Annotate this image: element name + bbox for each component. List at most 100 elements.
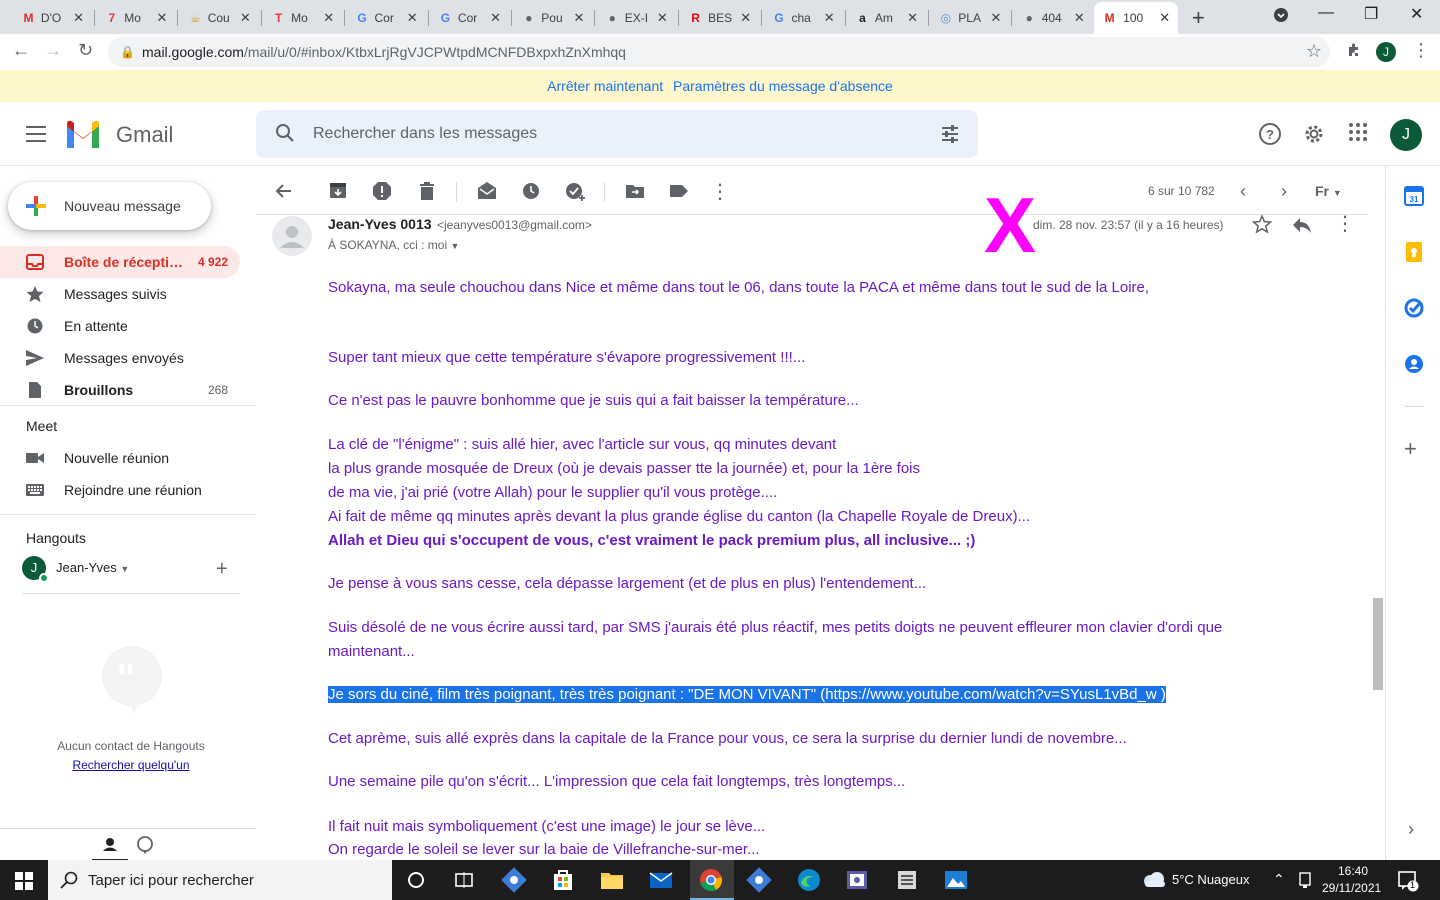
settings-gear-icon[interactable]	[1302, 122, 1326, 151]
chevron-down-icon[interactable]: ▼	[450, 241, 459, 251]
browser-tab[interactable]: 7 Mo ✕	[97, 4, 175, 32]
archive-icon[interactable]	[329, 180, 347, 207]
message-scrollbar[interactable]	[1370, 214, 1385, 860]
browser-menu-icon[interactable]: ⋮	[1412, 40, 1430, 61]
apps-grid-icon[interactable]	[1348, 122, 1368, 147]
browser-tab[interactable]: Gcha ✕	[765, 4, 843, 32]
tab-close-icon[interactable]: ✕	[990, 10, 1001, 26]
tab-close-icon[interactable]: ✕	[490, 10, 501, 26]
tab-close-icon[interactable]: ✕	[240, 10, 251, 26]
edge-icon[interactable]	[795, 866, 823, 894]
browser-tab[interactable]: ● EX-I ✕	[598, 4, 676, 32]
sender-avatar[interactable]	[272, 216, 312, 256]
main-menu-icon[interactable]	[26, 126, 46, 147]
sidebar-item-drafts[interactable]: Brouillons 268	[0, 374, 240, 406]
app-icon[interactable]	[843, 866, 871, 894]
clock-date[interactable]: 29/11/2021	[1322, 881, 1381, 895]
bookmark-star-icon[interactable]: ☆	[1306, 41, 1322, 62]
app-icon[interactable]	[745, 866, 773, 894]
browser-tab[interactable]: M D'O ✕	[14, 4, 92, 32]
tab-close-icon[interactable]: ✕	[323, 10, 334, 26]
browser-tab[interactable]: M 100 ✕	[1094, 2, 1179, 34]
search-options-icon[interactable]	[940, 124, 960, 149]
search-someone-link[interactable]: Rechercher quelqu'un	[0, 758, 262, 772]
mark-unread-icon[interactable]	[477, 180, 497, 207]
search-placeholder[interactable]: Rechercher dans les messages	[313, 125, 537, 143]
help-icon[interactable]: ?	[1258, 122, 1282, 151]
weather-text[interactable]: 5°C Nuageux	[1172, 872, 1249, 887]
input-language-selector[interactable]: Fr ▼	[1315, 183, 1342, 199]
close-window-button[interactable]: ✕	[1410, 4, 1423, 24]
reply-arrow-icon[interactable]	[1291, 215, 1313, 240]
label-tag-icon[interactable]	[669, 180, 689, 207]
tab-search-icon[interactable]	[1274, 8, 1288, 27]
tray-chevron-up-icon[interactable]: ⌃	[1273, 871, 1285, 888]
browser-tab[interactable]: ◎ PLA ✕	[931, 4, 1009, 32]
tab-close-icon[interactable]: ✕	[407, 10, 418, 26]
tab-close-icon[interactable]: ✕	[1074, 10, 1085, 26]
sidebar-item-starred[interactable]: Messages suivis	[0, 278, 240, 310]
tab-close-icon[interactable]: ✕	[156, 10, 167, 26]
tab-close-icon[interactable]: ✕	[1159, 10, 1170, 26]
minimize-window-button[interactable]: —	[1318, 4, 1334, 22]
add-conversation-icon[interactable]: +	[216, 558, 228, 581]
delete-trash-icon[interactable]	[418, 180, 436, 207]
network-icon[interactable]	[1298, 871, 1312, 894]
meet-join-meeting[interactable]: Rejoindre une réunion	[0, 474, 240, 506]
browser-tab[interactable]: ☕ Cou ✕	[181, 4, 259, 32]
contacts-tab[interactable]	[92, 829, 128, 861]
vacation-settings-link[interactable]: Paramètres du message d'absence	[673, 78, 893, 94]
browser-tab[interactable]: a Am ✕	[848, 4, 926, 32]
sidebar-item-sent[interactable]: Messages envoyés	[0, 342, 240, 374]
sender-name[interactable]: Jean-Yves 0013	[328, 216, 432, 232]
star-message-icon[interactable]	[1251, 214, 1273, 239]
tab-close-icon[interactable]: ✕	[824, 10, 835, 26]
report-spam-icon[interactable]	[373, 180, 391, 207]
scrollbar-thumb[interactable]	[1373, 598, 1383, 690]
chrome-icon[interactable]	[697, 866, 725, 894]
chevron-down-icon[interactable]: ▼	[120, 564, 129, 574]
browser-tab[interactable]: ● Pou ✕	[514, 4, 592, 32]
get-addons-plus-icon[interactable]: +	[1404, 438, 1417, 460]
recipients-line[interactable]: À SOKAYNA, cci : moi ▼	[328, 238, 459, 252]
snooze-clock-icon[interactable]	[521, 180, 541, 207]
hangouts-user-name[interactable]: Jean-Yves ▼	[56, 560, 129, 575]
extensions-puzzle-icon[interactable]	[1346, 42, 1362, 63]
tab-close-icon[interactable]: ✕	[657, 10, 668, 26]
taskbar-search-box[interactable]: Taper ici pour rechercher	[48, 860, 392, 900]
stop-vacation-link[interactable]: Arrêter maintenant	[547, 78, 663, 94]
move-to-icon[interactable]	[625, 180, 645, 207]
browser-tab[interactable]: T Mo ✕	[264, 4, 342, 32]
hangouts-user-avatar[interactable]: J	[22, 556, 49, 583]
add-to-tasks-icon[interactable]	[565, 180, 587, 207]
notifications-icon[interactable]: 1	[1398, 870, 1420, 897]
back-to-inbox-icon[interactable]	[274, 180, 292, 207]
compose-button[interactable]: Nouveau message	[8, 182, 211, 230]
keep-notes-icon[interactable]	[1404, 242, 1424, 267]
calendar-icon[interactable]: 31	[1404, 186, 1424, 211]
photos-app-icon[interactable]	[942, 866, 970, 894]
search-icon[interactable]	[274, 122, 296, 149]
profile-avatar[interactable]: J	[1376, 42, 1396, 62]
clock-time[interactable]: 16:40	[1338, 864, 1368, 878]
sidebar-item-snoozed[interactable]: En attente	[0, 310, 240, 342]
selected-body-line[interactable]: Je sors du ciné, film très poignant, trè…	[328, 686, 1166, 703]
windows-start-icon[interactable]	[15, 872, 33, 895]
weather-cloud-icon[interactable]	[1141, 870, 1167, 895]
microsoft-store-icon[interactable]	[549, 866, 577, 894]
tab-close-icon[interactable]: ✕	[740, 10, 751, 26]
back-arrow-icon[interactable]: ←	[12, 40, 30, 61]
more-options-icon[interactable]: ⋮	[710, 182, 730, 202]
older-message-chevron-icon[interactable]: ›	[1281, 182, 1287, 200]
tab-close-icon[interactable]: ✕	[573, 10, 584, 26]
account-avatar[interactable]: J	[1390, 119, 1422, 151]
app-icon[interactable]	[500, 866, 528, 894]
restore-window-button[interactable]: ❐	[1364, 4, 1378, 24]
gmail-logo-icon[interactable]	[64, 120, 102, 153]
app-icon[interactable]	[893, 866, 921, 894]
expand-panel-chevron-icon[interactable]: ›	[1408, 820, 1414, 838]
forward-arrow-icon[interactable]: →	[44, 40, 62, 61]
sidebar-item-inbox[interactable]: Boîte de récepti… 4 922	[0, 246, 240, 278]
search-bar[interactable]: Rechercher dans les messages	[256, 110, 978, 158]
contacts-person-icon[interactable]	[1404, 354, 1424, 379]
